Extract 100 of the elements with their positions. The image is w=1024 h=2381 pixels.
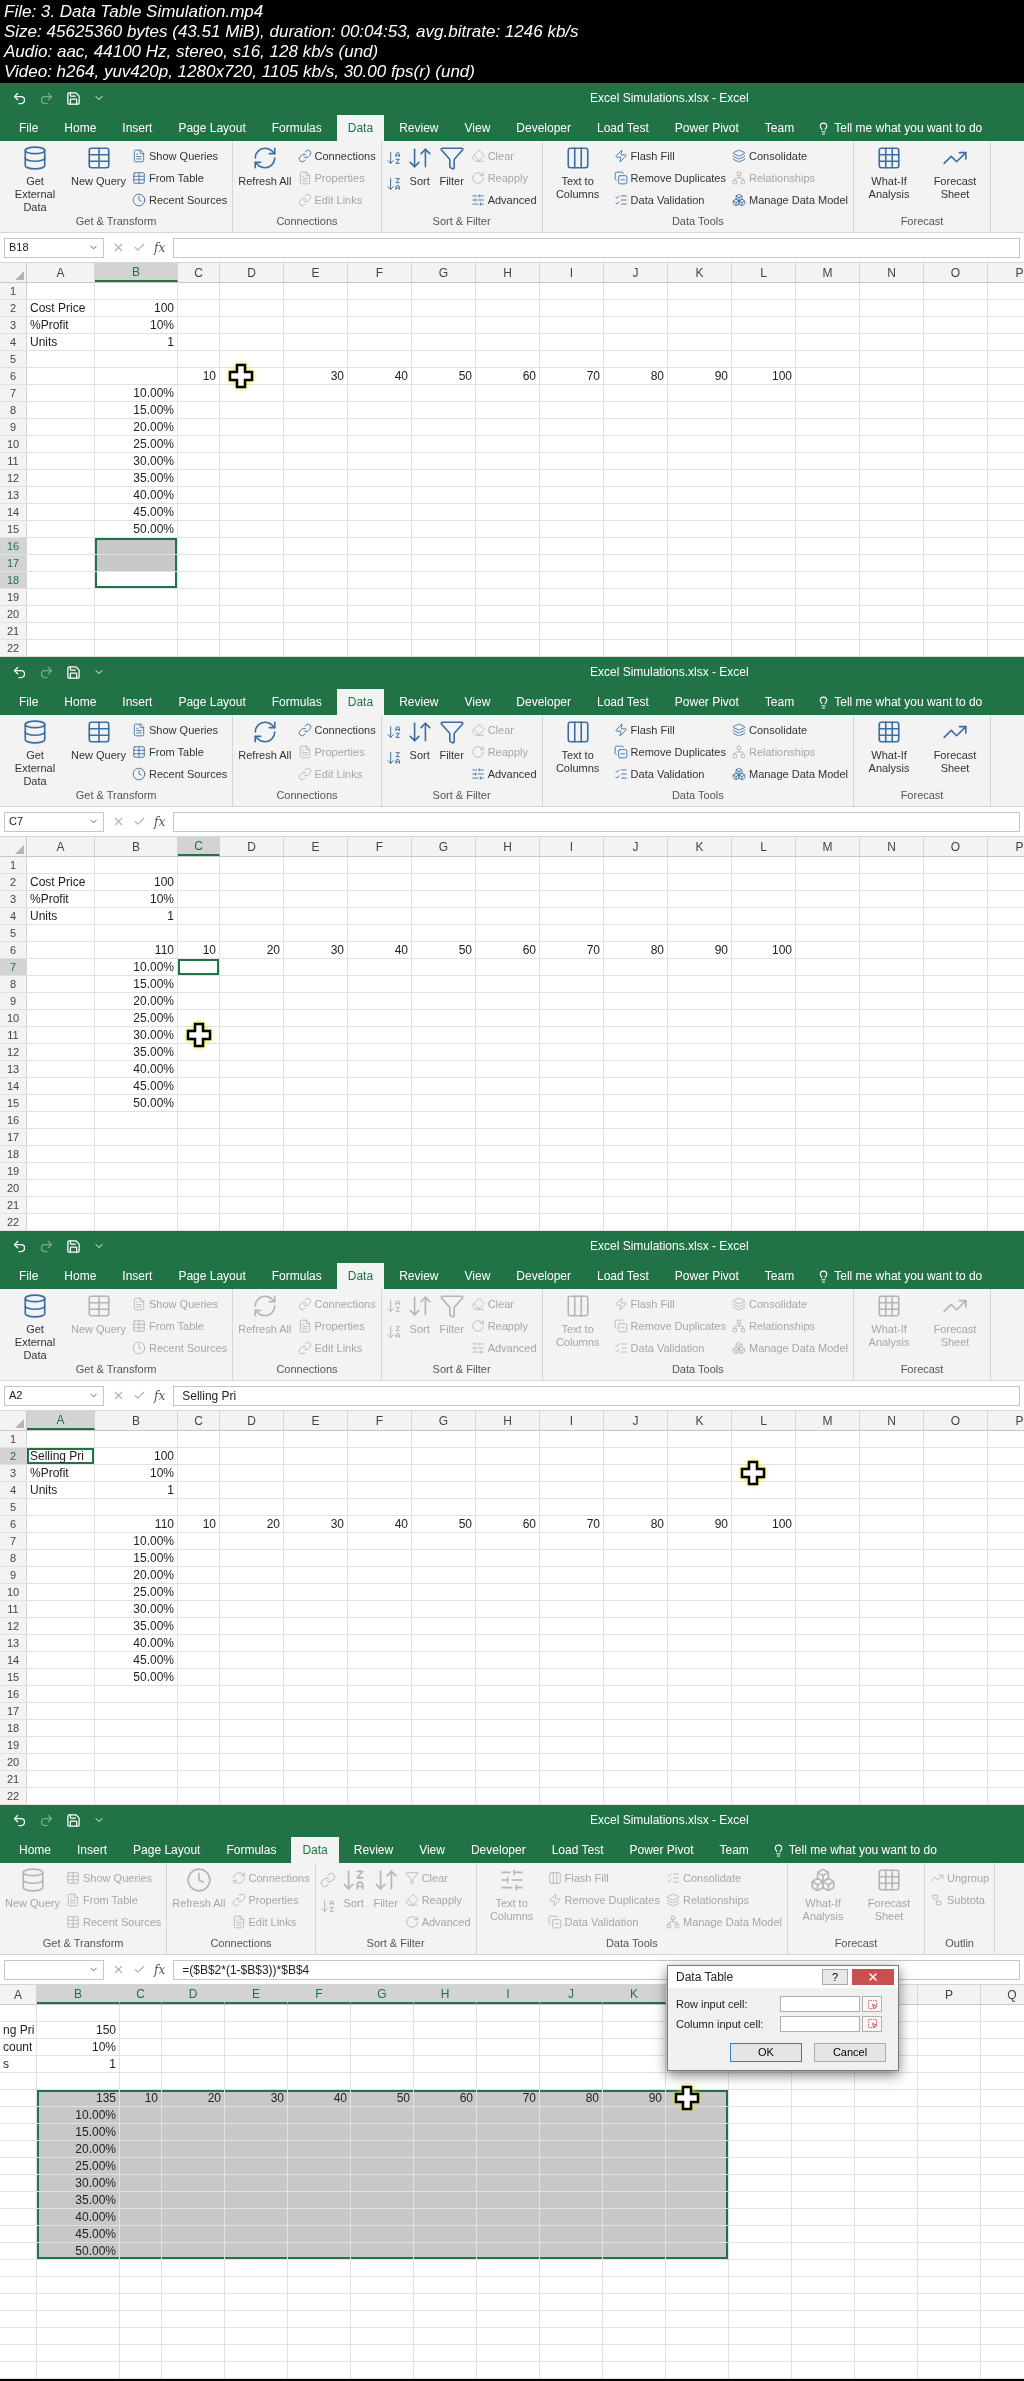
column-header[interactable]: P <box>988 837 1024 856</box>
row-header[interactable]: 22 <box>0 1214 27 1230</box>
spreadsheet-cell[interactable] <box>540 2175 603 2191</box>
column-header[interactable]: G <box>412 1411 476 1430</box>
ribbon-tab[interactable]: Review <box>388 1263 450 1289</box>
name-box[interactable]: C7 <box>4 811 104 832</box>
spreadsheet-cell[interactable] <box>225 2192 288 2208</box>
spreadsheet-cell[interactable] <box>666 2158 729 2174</box>
row-header[interactable]: 12 <box>0 1618 27 1634</box>
ribbon-tab[interactable]: Home <box>53 1263 108 1289</box>
spreadsheet-cell[interactable] <box>120 2158 162 2174</box>
spreadsheet-cell[interactable]: 20 <box>162 2090 225 2106</box>
ribbon-tab[interactable]: Data <box>336 115 385 141</box>
spreadsheet-cell[interactable] <box>95 538 178 554</box>
row-header[interactable]: 3 <box>0 317 27 333</box>
ribbon-tab[interactable]: Formulas <box>215 1837 288 1863</box>
row-header[interactable]: 9 <box>0 419 27 435</box>
ribbon-button[interactable]: Consolidate <box>729 145 851 167</box>
spreadsheet-cell[interactable] <box>477 2175 540 2191</box>
spreadsheet-cell[interactable] <box>162 2209 225 2225</box>
column-header[interactable]: K <box>603 1985 666 2004</box>
column-header[interactable]: L <box>732 1411 796 1430</box>
ribbon-button[interactable]: Forecast Sheet <box>923 145 988 201</box>
spreadsheet-cell[interactable] <box>225 2107 288 2123</box>
ribbon-tab[interactable]: Data <box>336 689 385 715</box>
column-header[interactable]: D <box>220 837 284 856</box>
column-header[interactable]: D <box>220 1411 284 1430</box>
close-button[interactable] <box>852 1969 894 1985</box>
spreadsheet-cell[interactable]: 40 <box>348 368 412 384</box>
spreadsheet-cell[interactable] <box>288 2243 351 2259</box>
row-header[interactable]: 5 <box>0 925 27 941</box>
ribbon-tab[interactable]: Review <box>342 1837 405 1863</box>
spreadsheet-cell[interactable]: 100 <box>732 942 796 958</box>
row-header[interactable]: 18 <box>0 1720 27 1736</box>
row-header[interactable]: 2 <box>0 874 27 890</box>
ribbon-button[interactable]: Flash Fill <box>611 145 728 167</box>
row-header[interactable]: 7 <box>0 959 27 975</box>
column-header[interactable]: D <box>220 263 284 282</box>
undo-icon[interactable] <box>12 1812 27 1828</box>
column-header[interactable]: C <box>178 263 220 282</box>
spreadsheet-cell[interactable] <box>288 2175 351 2191</box>
spreadsheet-cell[interactable] <box>225 2226 288 2242</box>
spreadsheet-cell[interactable]: 35.00% <box>95 1618 178 1634</box>
spreadsheet-cell[interactable]: 1 <box>37 2056 120 2072</box>
spreadsheet-cell[interactable] <box>120 2141 162 2157</box>
spreadsheet-cell[interactable]: 10 <box>178 1516 220 1532</box>
spreadsheet-cell[interactable]: 50.00% <box>95 1669 178 1685</box>
ribbon-button[interactable]: Refresh All <box>236 719 294 762</box>
spreadsheet-cell[interactable] <box>120 2175 162 2191</box>
spreadsheet-cell[interactable]: 40 <box>288 2090 351 2106</box>
row-header[interactable]: 11 <box>0 1601 27 1617</box>
column-header[interactable]: J <box>604 263 668 282</box>
ribbon-button[interactable]: Show Queries <box>130 145 230 167</box>
row-header[interactable]: 11 <box>0 453 27 469</box>
row-header[interactable]: 10 <box>0 1584 27 1600</box>
spreadsheet-cell[interactable] <box>225 2141 288 2157</box>
row-header[interactable]: 15 <box>0 521 27 537</box>
row-header[interactable]: 13 <box>0 487 27 503</box>
spreadsheet-cell[interactable]: 70 <box>540 1516 604 1532</box>
spreadsheet-cell[interactable]: 10 <box>178 368 220 384</box>
column-header[interactable]: G <box>412 263 476 282</box>
spreadsheet-cell[interactable]: 60 <box>476 1516 540 1532</box>
spreadsheet-cell[interactable] <box>351 2175 414 2191</box>
spreadsheet-cell[interactable] <box>120 2226 162 2242</box>
column-header[interactable]: H <box>476 263 540 282</box>
spreadsheet-cell[interactable]: 15.00% <box>37 2124 120 2140</box>
spreadsheet-cell[interactable]: 50 <box>412 1516 476 1532</box>
spreadsheet-cell[interactable]: 35.00% <box>37 2192 120 2208</box>
spreadsheet-cell[interactable]: 35.00% <box>95 470 178 486</box>
column-header[interactable]: I <box>477 1985 540 2004</box>
column-header[interactable]: N <box>860 837 924 856</box>
input-field[interactable] <box>780 1996 860 2013</box>
row-header[interactable]: 3 <box>0 1465 27 1481</box>
spreadsheet-cell[interactable]: %Profit <box>27 891 95 907</box>
row-header[interactable]: 5 <box>0 1499 27 1515</box>
spreadsheet-cell[interactable]: 50 <box>412 942 476 958</box>
spreadsheet-cell[interactable]: 80 <box>604 942 668 958</box>
spreadsheet-cell[interactable] <box>666 2209 729 2225</box>
select-all-icon[interactable] <box>15 271 24 280</box>
save-icon[interactable] <box>66 90 81 106</box>
spreadsheet-cell[interactable] <box>603 2107 666 2123</box>
spreadsheet-cell[interactable] <box>540 2141 603 2157</box>
spreadsheet-cell[interactable] <box>540 2243 603 2259</box>
column-header[interactable]: C <box>178 1411 220 1430</box>
column-header[interactable]: H <box>414 1985 477 2004</box>
row-header[interactable]: 17 <box>0 555 27 571</box>
row-header[interactable]: 16 <box>0 1112 27 1128</box>
spreadsheet-cell[interactable]: 20.00% <box>95 1567 178 1583</box>
spreadsheet-cell[interactable]: 100 <box>732 1516 796 1532</box>
spreadsheet-cell[interactable]: 50 <box>412 368 476 384</box>
ribbon-button[interactable]: New Query <box>69 719 129 762</box>
spreadsheet-cell[interactable]: 90 <box>668 368 732 384</box>
dialog-button[interactable]: Cancel <box>814 2043 886 2062</box>
ribbon-button[interactable]: Flash Fill <box>611 719 728 741</box>
spreadsheet-cell[interactable]: 10% <box>95 317 178 333</box>
spreadsheet-cell[interactable]: 100 <box>95 874 178 890</box>
column-header[interactable]: E <box>225 1985 288 2004</box>
column-header[interactable]: F <box>348 837 412 856</box>
spreadsheet-cell[interactable]: 45.00% <box>37 2226 120 2242</box>
spreadsheet-cell[interactable]: 50.00% <box>37 2243 120 2259</box>
